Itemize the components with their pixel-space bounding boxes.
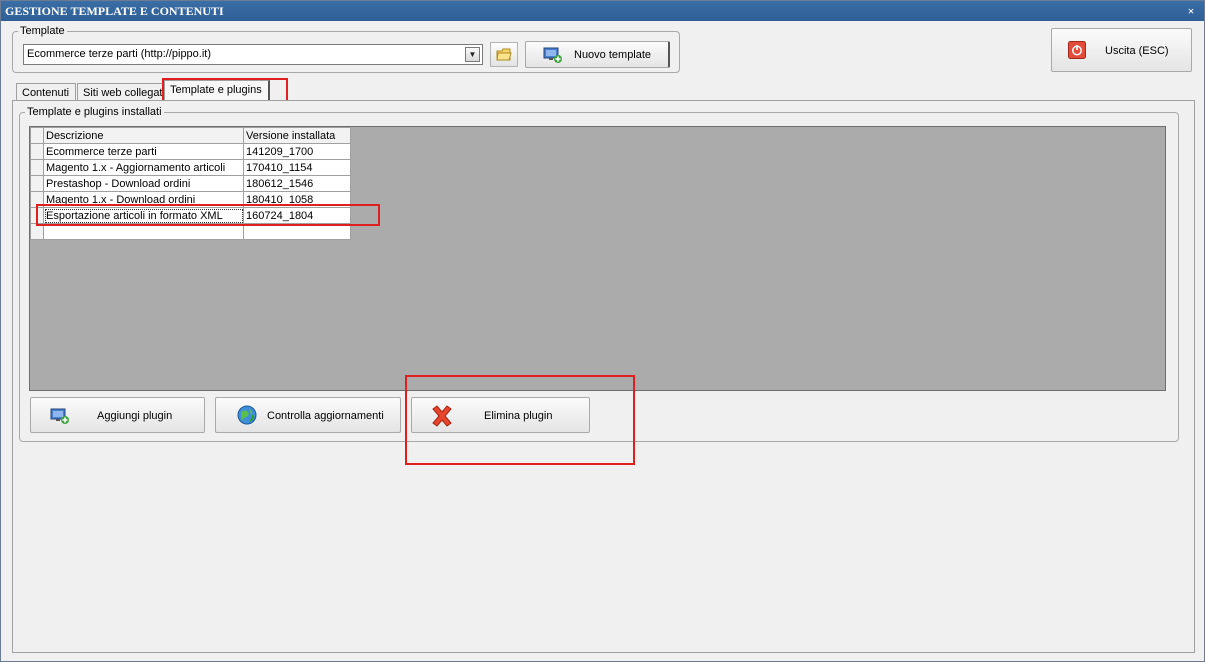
cell-descrizione[interactable]: Ecommerce terze parti [43,143,244,160]
open-folder-button[interactable] [490,42,518,67]
row-header[interactable] [30,223,44,240]
nuovo-template-label: Nuovo template [574,49,652,61]
row-header[interactable] [30,191,44,208]
elimina-plugin-button[interactable]: Elimina plugin [411,397,590,433]
table-row[interactable]: Magento 1.x - Aggiornamento articoli 170… [30,159,351,176]
controlla-aggiornamenti-label: Controlla aggiornamenti [267,410,384,422]
globe-update-icon [237,405,257,425]
plugins-group: Template e plugins installati Descrizion… [19,106,1179,442]
row-header[interactable] [30,143,44,160]
table-row[interactable]: Prestashop - Download ordini 180612_1546 [30,175,351,192]
cell-versione[interactable]: 141209_1700 [243,143,351,160]
cell-versione[interactable]: 160724_1804 [243,207,351,224]
uscita-button[interactable]: Uscita (ESC) [1051,28,1192,72]
aggiungi-plugin-button[interactable]: Aggiungi plugin [30,397,205,433]
template-group: Template Ecommerce terze parti (http://p… [12,25,680,73]
column-header-descrizione[interactable]: Descrizione [43,127,244,144]
row-header[interactable] [30,159,44,176]
cell-descrizione-empty[interactable] [43,223,244,240]
add-monitor-icon [50,408,69,424]
cell-descrizione[interactable]: Prestashop - Download ordini [43,175,244,192]
table-row-selected[interactable]: Esportazione articoli in formato XML 160… [30,207,351,224]
cell-versione[interactable]: 180612_1546 [243,175,351,192]
tab-template-e-plugins[interactable]: Template e plugins [164,80,270,101]
plugins-group-label: Template e plugins installati [25,106,164,118]
cell-descrizione[interactable]: Esportazione articoli in formato XML [43,207,244,224]
title-bar: GESTIONE TEMPLATE E CONTENUTI × [1,1,1204,21]
table-row-new[interactable] [30,223,351,240]
row-header-corner [30,127,44,144]
cell-descrizione[interactable]: Magento 1.x - Aggiornamento articoli [43,159,244,176]
aggiungi-plugin-label: Aggiungi plugin [97,410,173,422]
add-monitor-icon [543,47,562,63]
table-row[interactable]: Ecommerce terze parti 141209_1700 [30,143,351,160]
main-window: GESTIONE TEMPLATE E CONTENUTI × Template… [0,0,1205,662]
tab-contenuti[interactable]: Contenuti [16,83,76,101]
row-header[interactable] [30,175,44,192]
elimina-plugin-label: Elimina plugin [484,410,553,422]
plugins-grid: Descrizione Versione installata Ecommerc… [29,126,1166,391]
template-select[interactable]: Ecommerce terze parti (http://pippo.it) … [23,44,483,65]
cell-versione-empty[interactable] [243,223,351,240]
uscita-label: Uscita (ESC) [1105,45,1169,57]
column-header-versione[interactable]: Versione installata [243,127,351,144]
template-group-label: Template [18,25,67,37]
tab-siti-web-collegati[interactable]: Siti web collegati [77,83,163,101]
plugins-table: Descrizione Versione installata Ecommerc… [30,127,351,240]
nuovo-template-button[interactable]: Nuovo template [525,41,670,68]
cell-versione[interactable]: 170410_1154 [243,159,351,176]
folder-icon [496,48,512,60]
template-select-value: Ecommerce terze parti (http://pippo.it) [27,48,212,60]
row-header[interactable] [30,207,44,224]
power-icon [1068,41,1086,59]
close-icon[interactable]: × [1184,1,1198,21]
cell-descrizione[interactable]: Magento 1.x - Download ordini [43,191,244,208]
cell-versione[interactable]: 180410_1058 [243,191,351,208]
window-title: GESTIONE TEMPLATE E CONTENUTI [5,4,224,18]
chevron-down-icon[interactable]: ▼ [465,47,480,62]
controlla-aggiornamenti-button[interactable]: Controlla aggiornamenti [215,397,401,433]
table-row[interactable]: Magento 1.x - Download ordini 180410_105… [30,191,351,208]
red-x-icon [432,405,452,427]
tab-panel-template-plugins: Template e plugins installati Descrizion… [12,100,1195,653]
